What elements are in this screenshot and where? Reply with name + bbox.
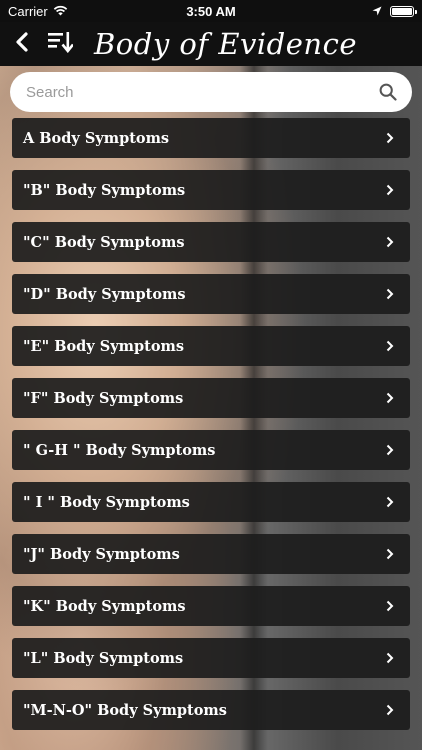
sort-descending-icon [47, 31, 75, 58]
list-item-label: "F" Body Symptoms [23, 389, 184, 407]
search-input[interactable] [26, 83, 378, 101]
search-bar [10, 72, 412, 112]
list-item[interactable]: "D" Body Symptoms [12, 274, 410, 314]
list-item[interactable]: "J" Body Symptoms [12, 534, 410, 574]
list-item[interactable]: " G-H " Body Symptoms [12, 430, 410, 470]
chevron-right-icon [384, 495, 396, 509]
location-arrow-icon [372, 4, 382, 19]
chevron-right-icon [384, 287, 396, 301]
list-item[interactable]: "F" Body Symptoms [12, 378, 410, 418]
carrier-label: Carrier [8, 3, 48, 19]
list-item[interactable]: " I " Body Symptoms [12, 482, 410, 522]
list-item-label: " I " Body Symptoms [23, 493, 190, 511]
list-item-label: " G-H " Body Symptoms [23, 441, 216, 459]
list-item-label: "L" Body Symptoms [23, 649, 184, 667]
list-item-label: "D" Body Symptoms [23, 285, 186, 303]
list-item[interactable]: A Body Symptoms [12, 118, 410, 158]
list-item[interactable]: "E" Body Symptoms [12, 326, 410, 366]
chevron-right-icon [384, 703, 396, 717]
back-button[interactable] [2, 22, 42, 66]
list-item-label: "K" Body Symptoms [23, 597, 186, 615]
list-item-label: "J" Body Symptoms [23, 545, 180, 563]
navigation-bar: Body of Evidence [0, 22, 422, 66]
chevron-right-icon [384, 235, 396, 249]
list-item[interactable]: "L" Body Symptoms [12, 638, 410, 678]
battery-icon [390, 5, 417, 17]
list-item-label: "E" Body Symptoms [23, 337, 185, 355]
list-item[interactable]: "K" Body Symptoms [12, 586, 410, 626]
list-item-label: "B" Body Symptoms [23, 181, 186, 199]
list-item[interactable]: "M-N-O" Body Symptoms [12, 690, 410, 730]
chevron-right-icon [384, 339, 396, 353]
sort-button[interactable] [42, 22, 78, 66]
status-bar: Carrier 3:50 AM [0, 0, 422, 22]
chevron-left-icon [15, 31, 29, 57]
symptom-list: A Body Symptoms "B" Body Symptoms "C" Bo… [12, 118, 410, 742]
chevron-right-icon [384, 183, 396, 197]
list-item-label: "C" Body Symptoms [23, 233, 185, 251]
chevron-right-icon [384, 651, 396, 665]
chevron-right-icon [384, 131, 396, 145]
chevron-right-icon [384, 443, 396, 457]
list-item-label: A Body Symptoms [23, 129, 170, 147]
wifi-icon [53, 4, 68, 19]
chevron-right-icon [384, 547, 396, 561]
list-item[interactable]: "B" Body Symptoms [12, 170, 410, 210]
list-item[interactable]: "C" Body Symptoms [12, 222, 410, 262]
chevron-right-icon [384, 391, 396, 405]
page-title: Body of Evidence [94, 27, 357, 61]
chevron-right-icon [384, 599, 396, 613]
list-item-label: "M-N-O" Body Symptoms [23, 701, 227, 719]
search-icon[interactable] [378, 82, 398, 102]
